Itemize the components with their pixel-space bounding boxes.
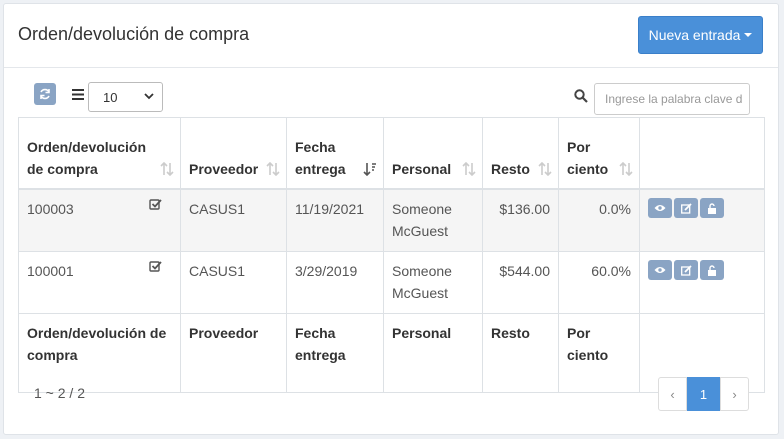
pagination-summary: 1 ~ 2 / 2 [34, 385, 85, 401]
sort-icon [619, 162, 633, 176]
footer-header-date: Fecha entrega [286, 313, 384, 393]
pagination: ‹ 1 › [658, 377, 749, 411]
column-header-percent[interactable]: Por ciento [558, 117, 640, 190]
column-header-date[interactable]: Fecha entrega [286, 117, 384, 190]
footer-header-percent: Por ciento [558, 313, 640, 393]
new-entry-button[interactable]: Nueva entrada [638, 16, 763, 54]
table-header-row: Orden/devolución de compra Proveedor Fec… [18, 117, 765, 190]
chevron-down-icon [144, 93, 154, 100]
pagination-page-1[interactable]: 1 [687, 377, 720, 411]
staff-cell: Someone McGuest [383, 251, 483, 314]
column-header-label: Proveedor [189, 161, 259, 177]
column-header-actions [639, 117, 765, 190]
actions-cell [639, 188, 765, 252]
footer-header-rest: Resto [482, 313, 559, 393]
sort-descending-icon [363, 163, 376, 176]
list-icon [72, 89, 84, 100]
sort-icon [160, 162, 174, 176]
column-header-supplier[interactable]: Proveedor [180, 117, 287, 190]
search-icon [574, 89, 588, 103]
caret-down-icon [744, 33, 753, 37]
footer-header-supplier: Proveedor [180, 313, 287, 393]
column-header-label: Por ciento [567, 139, 609, 177]
table-row: 100003 CASUS1 11/19/2021 Someone McGuest… [18, 188, 765, 252]
column-header-label: Resto [491, 161, 530, 177]
unlock-icon [708, 264, 716, 276]
page-title: Orden/devolución de compra [18, 24, 250, 44]
footer-header-order: Orden/devolución de compra [18, 313, 181, 393]
order-id-cell: 100003 [18, 188, 181, 252]
staff-cell: Someone McGuest [383, 188, 483, 252]
search-placeholder: Ingrese la palabra clave d [605, 92, 743, 106]
unlock-button[interactable] [700, 198, 724, 218]
date-cell: 11/19/2021 [286, 188, 384, 252]
pagination-next[interactable]: › [720, 377, 749, 411]
column-header-label: Personal [392, 161, 452, 177]
edit-icon [680, 202, 692, 214]
panel-header: Orden/devolución de compra Nueva entrada [4, 4, 778, 68]
checkbox-checked-icon [149, 261, 162, 272]
rest-cell: $136.00 [482, 188, 559, 252]
unlock-icon [708, 202, 716, 214]
sort-icon [538, 162, 552, 176]
eye-icon [654, 205, 666, 211]
view-button[interactable] [648, 198, 672, 218]
view-button[interactable] [648, 260, 672, 280]
table-row: 100001 CASUS1 3/29/2019 Someone McGuest … [18, 251, 765, 314]
sort-icon [462, 162, 476, 176]
column-header-label: Orden/devolución de compra [27, 139, 147, 177]
order-id-cell: 100001 [18, 251, 181, 314]
eye-icon [654, 267, 666, 273]
rest-cell: $544.00 [482, 251, 559, 314]
pagination-prev[interactable]: ‹ [658, 377, 687, 411]
unlock-button[interactable] [700, 260, 724, 280]
percent-cell: 60.0% [558, 251, 640, 314]
column-header-order[interactable]: Orden/devolución de compra [18, 117, 181, 190]
orders-table: Orden/devolución de compra Proveedor Fec… [18, 117, 765, 393]
refresh-button[interactable] [34, 83, 56, 105]
search-input[interactable]: Ingrese la palabra clave d [594, 83, 750, 115]
table-footer-row: Orden/devolución de compra Proveedor Fec… [18, 313, 765, 393]
percent-cell: 0.0% [558, 188, 640, 252]
column-header-staff[interactable]: Personal [383, 117, 483, 190]
order-id: 100003 [27, 201, 74, 217]
date-cell: 3/29/2019 [286, 251, 384, 314]
page-size-value: 10 [103, 89, 118, 105]
edit-button[interactable] [674, 198, 698, 218]
page-size-select[interactable]: 10 [88, 82, 163, 112]
footer-header-staff: Personal [383, 313, 483, 393]
sort-icon [266, 162, 280, 176]
footer-header-label: Fecha entrega [295, 325, 346, 363]
refresh-icon [40, 88, 50, 100]
column-header-rest[interactable]: Resto [482, 117, 559, 190]
new-entry-label: Nueva entrada [648, 27, 741, 43]
checkbox-checked-icon [149, 199, 162, 210]
order-id: 100001 [27, 263, 74, 279]
supplier-cell: CASUS1 [180, 251, 287, 314]
edit-button[interactable] [674, 260, 698, 280]
purchase-order-panel: Orden/devolución de compra Nueva entrada… [3, 3, 779, 435]
edit-icon [680, 264, 692, 276]
column-header-label: Fecha entrega [295, 139, 346, 177]
supplier-cell: CASUS1 [180, 188, 287, 252]
actions-cell [639, 251, 765, 314]
